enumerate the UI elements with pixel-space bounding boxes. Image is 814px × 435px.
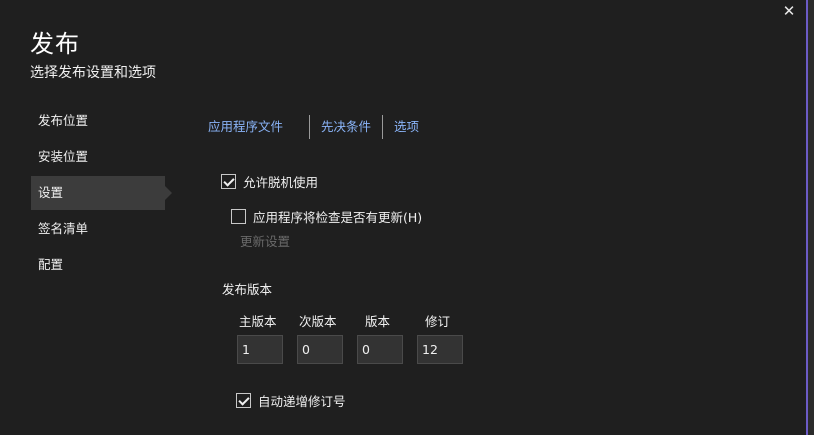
- background-window: [808, 0, 814, 435]
- major-version-label: 主版本: [239, 314, 277, 329]
- close-button[interactable]: ✕: [780, 2, 798, 20]
- auto-increment-row[interactable]: 自动递增修订号: [236, 391, 346, 410]
- sidebar-item-install-location[interactable]: 安装位置: [31, 140, 165, 174]
- minor-version-input[interactable]: [297, 335, 343, 364]
- build-version-input[interactable]: [357, 335, 403, 364]
- revision-input[interactable]: [417, 335, 463, 364]
- minor-version-label: 次版本: [299, 314, 337, 329]
- allow-offline-label: 允许脱机使用: [243, 175, 319, 190]
- auto-increment-checkbox[interactable]: [236, 393, 251, 408]
- publish-dialog: ✕ 发布 选择发布设置和选项 发布位置 安装位置 设置 签名清单 配置 应用程序…: [0, 0, 806, 435]
- update-settings-button[interactable]: 更新设置: [240, 231, 290, 250]
- major-version-input[interactable]: [237, 335, 283, 364]
- close-icon: ✕: [782, 2, 796, 20]
- sidebar-item-sign-manifests[interactable]: 签名清单: [31, 212, 165, 246]
- tab-prerequisites[interactable]: 先决条件: [321, 115, 371, 139]
- checkmark-icon: [238, 394, 250, 406]
- build-version-label: 版本: [365, 314, 391, 329]
- sidebar-nav: 发布位置 安装位置 设置 签名清单 配置: [31, 104, 172, 284]
- sidebar-item-publish-location[interactable]: 发布位置: [31, 104, 165, 138]
- tab-divider: [382, 115, 384, 139]
- sidebar-item-configuration[interactable]: 配置: [31, 248, 165, 282]
- check-updates-checkbox[interactable]: [231, 209, 246, 224]
- sidebar-item-settings[interactable]: 设置: [31, 176, 172, 210]
- allow-offline-row[interactable]: 允许脱机使用: [221, 172, 318, 191]
- check-updates-label: 应用程序将检查是否有更新(H): [253, 210, 423, 225]
- auto-increment-label: 自动递增修订号: [258, 394, 346, 409]
- check-updates-row[interactable]: 应用程序将检查是否有更新(H): [231, 207, 422, 226]
- checkmark-icon: [223, 175, 235, 187]
- tab-options[interactable]: 选项: [394, 115, 419, 139]
- revision-label: 修订: [425, 314, 451, 329]
- tab-application-files[interactable]: 应用程序文件: [208, 115, 283, 139]
- publish-version-heading: 发布版本: [222, 282, 273, 297]
- tab-divider: [309, 115, 311, 139]
- allow-offline-checkbox[interactable]: [221, 174, 236, 189]
- dialog-accent-border: [806, 0, 808, 435]
- dialog-subtitle: 选择发布设置和选项: [30, 65, 156, 81]
- dialog-title: 发布: [30, 30, 80, 58]
- settings-tabs: 应用程序文件 先决条件 选项: [208, 115, 419, 139]
